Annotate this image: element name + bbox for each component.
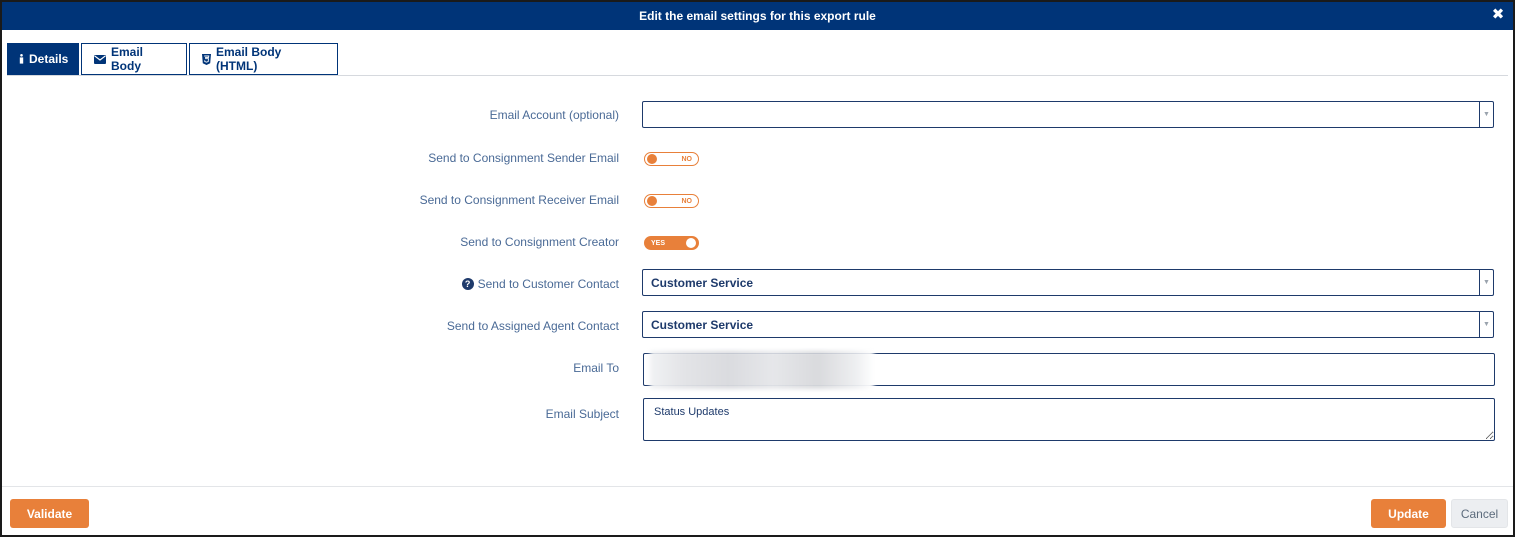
info-icon (19, 54, 24, 64)
tab-details-label: Details (29, 52, 69, 66)
envelope-icon (94, 54, 106, 64)
tab-email-body-html-label: Email Body (HTML) (216, 45, 282, 73)
email-subject-textarea[interactable]: Status Updates (643, 398, 1495, 441)
email-settings-dialog: Edit the email settings for this export … (0, 0, 1515, 537)
send-sender-state: NO (681, 156, 693, 163)
chevron-down-icon[interactable]: ▼ (1479, 312, 1493, 337)
send-sender-label: Send to Consignment Sender Email (428, 151, 619, 165)
agent-contact-select[interactable]: Customer Service ▼ (642, 311, 1494, 338)
send-creator-label: Send to Consignment Creator (460, 235, 619, 249)
send-receiver-toggle[interactable]: NO (644, 194, 699, 208)
tab-details[interactable]: Details (7, 43, 79, 75)
send-receiver-label-text: Send to Consignment Receiver Email (419, 193, 619, 207)
agent-contact-label-text: Send to Assigned Agent Contact (446, 319, 619, 333)
tab-email-body-label: Email Body (111, 45, 144, 73)
send-creator-state: YES (651, 240, 666, 247)
dialog-title: Edit the email settings for this export … (639, 9, 876, 23)
agent-contact-value: Customer Service (651, 317, 754, 332)
send-receiver-state: NO (681, 198, 693, 205)
validate-button[interactable]: Validate (10, 499, 89, 528)
toggle-knob (686, 238, 696, 248)
email-subject-label: Email Subject (546, 407, 619, 421)
chevron-down-icon[interactable]: ▼ (1479, 102, 1493, 127)
chevron-down-icon[interactable]: ▼ (1479, 270, 1493, 295)
email-account-label: Email Account (optional) (490, 108, 619, 122)
customer-contact-select[interactable]: Customer Service ▼ (642, 269, 1494, 296)
tab-bar: Details Email Body Email Body (HTML) (7, 43, 340, 75)
send-creator-toggle[interactable]: YES (644, 236, 699, 250)
toggle-knob (647, 154, 657, 164)
send-sender-label-text: Send to Consignment Sender Email (428, 151, 619, 165)
email-subject-label-text: Email Subject (545, 407, 619, 421)
send-sender-toggle[interactable]: NO (644, 152, 699, 166)
redacted-email-to (650, 351, 874, 389)
close-icon[interactable]: ✖ (1489, 6, 1507, 24)
tab-email-body-html[interactable]: Email Body (HTML) (189, 43, 338, 75)
email-to-label-text: Email To (573, 361, 619, 375)
email-account-label-text: Email Account (optional) (489, 108, 619, 122)
agent-contact-label: Send to Assigned Agent Contact (447, 319, 619, 333)
email-account-select[interactable]: ▼ (642, 101, 1494, 128)
update-button[interactable]: Update (1371, 499, 1446, 528)
tab-email-body[interactable]: Email Body (81, 43, 187, 75)
html5-icon (202, 53, 211, 65)
send-receiver-label: Send to Consignment Receiver Email (420, 193, 619, 207)
toggle-knob (647, 196, 657, 206)
send-creator-label-text: Send to Consignment Creator (460, 235, 619, 249)
customer-contact-label: ? Send to Customer Contact (461, 277, 619, 291)
cancel-button[interactable]: Cancel (1451, 499, 1508, 528)
dialog-titlebar: Edit the email settings for this export … (2, 2, 1513, 30)
question-circle-icon[interactable]: ? (461, 278, 474, 290)
customer-contact-value: Customer Service (651, 275, 754, 290)
tabs-divider (7, 75, 1508, 76)
customer-contact-label-text: Send to Customer Contact (477, 277, 619, 291)
email-to-label: Email To (573, 361, 619, 375)
footer-divider (2, 486, 1513, 487)
